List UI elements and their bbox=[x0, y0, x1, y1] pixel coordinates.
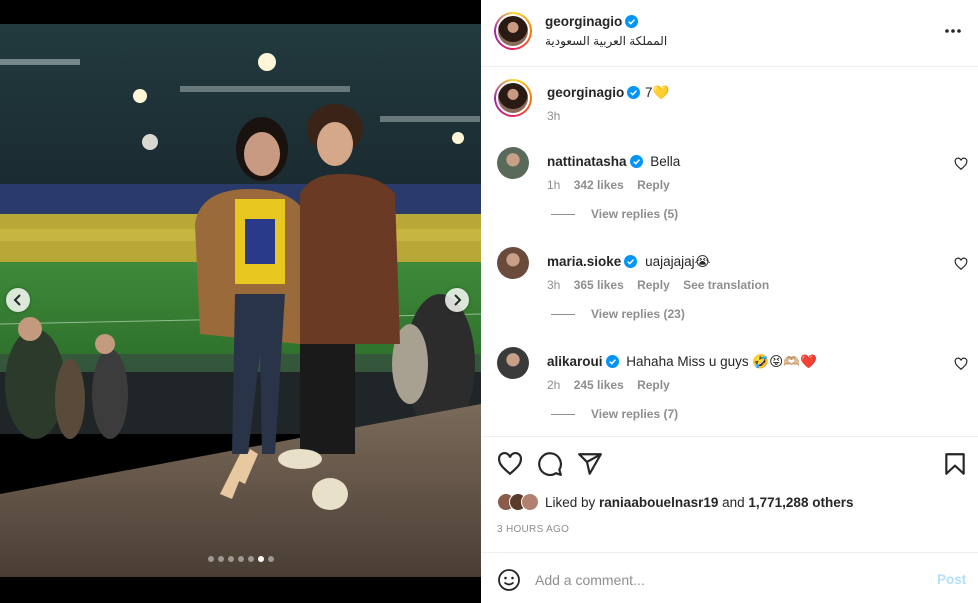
slide-dot bbox=[227, 556, 234, 562]
post-timestamp[interactable]: 3 HOURS AGO bbox=[497, 524, 569, 535]
comment-text: Bella bbox=[650, 154, 681, 169]
comment-line: maria.sioke uajajajaj😭 bbox=[547, 254, 710, 270]
comment-meta: 3h 365 likes Reply See translation bbox=[547, 278, 779, 292]
chevron-left-icon bbox=[13, 294, 21, 306]
caption-time[interactable]: 3h bbox=[547, 109, 560, 123]
others-link[interactable]: 1,771,288 others bbox=[748, 495, 853, 510]
comment-time[interactable]: 3h bbox=[547, 278, 560, 292]
comment-input[interactable] bbox=[535, 567, 915, 593]
post-media bbox=[0, 0, 481, 603]
comment-line: alikaroui Hahaha Miss u guys 🤣😝🫶🏼❤️ bbox=[547, 354, 817, 370]
slide-indicator bbox=[0, 556, 481, 562]
like-heart-icon[interactable] bbox=[497, 451, 523, 477]
commenter-avatar[interactable] bbox=[497, 247, 529, 279]
caption-text: 7💛 bbox=[645, 85, 670, 100]
add-comment-bar: Post bbox=[481, 552, 978, 603]
likes-text: Liked by raniaabouelnasr19 and 1,771,288… bbox=[545, 494, 854, 510]
author-username[interactable]: georginagio bbox=[545, 14, 639, 29]
comment-item: alikaroui Hahaha Miss u guys 🤣😝🫶🏼❤️ 2h 2… bbox=[481, 347, 978, 435]
reply-button[interactable]: Reply bbox=[637, 178, 670, 192]
comment-time[interactable]: 1h bbox=[547, 178, 560, 192]
slide-dot bbox=[247, 556, 254, 562]
more-horizontal-icon bbox=[945, 29, 961, 33]
comment-meta: 1h 342 likes Reply bbox=[547, 178, 680, 192]
slide-dot bbox=[257, 556, 264, 562]
comment-line: nattinatasha Bella bbox=[547, 154, 680, 169]
comment-meta: 2h 245 likes Reply bbox=[547, 378, 680, 392]
liker-avatar[interactable] bbox=[521, 493, 539, 511]
comment-likes[interactable]: 245 likes bbox=[574, 378, 624, 392]
verified-badge-icon bbox=[629, 155, 643, 168]
post-details-panel: georginagio المملكة العربية السعودية geo… bbox=[481, 0, 978, 603]
commenter-avatar[interactable] bbox=[497, 147, 529, 179]
next-slide-button[interactable] bbox=[445, 288, 469, 312]
comment-text: Hahaha Miss u guys 🤣😝🫶🏼❤️ bbox=[626, 354, 817, 369]
slide-dot bbox=[267, 556, 274, 562]
commenter-avatar[interactable] bbox=[497, 347, 529, 379]
reply-button[interactable]: Reply bbox=[637, 278, 670, 292]
previous-slide-button[interactable] bbox=[6, 288, 30, 312]
emoji-icon[interactable] bbox=[497, 568, 521, 592]
comment-text: uajajajaj😭 bbox=[645, 254, 711, 269]
save-bookmark-icon[interactable] bbox=[942, 451, 968, 477]
commenter-username[interactable]: maria.sioke bbox=[547, 254, 638, 269]
likes-summary: Liked by raniaabouelnasr19 and 1,771,288… bbox=[497, 493, 853, 511]
liker-username[interactable]: raniaabouelnasr19 bbox=[599, 495, 718, 510]
comment-time[interactable]: 2h bbox=[547, 378, 560, 392]
post-location[interactable]: المملكة العربية السعودية bbox=[545, 34, 667, 48]
comments-section[interactable]: georginagio 7💛 3h nattinatasha Bella 1h … bbox=[481, 67, 978, 435]
comment-bubble-icon[interactable] bbox=[537, 451, 563, 477]
verified-badge-icon bbox=[605, 355, 619, 368]
share-paper-plane-icon[interactable] bbox=[577, 451, 603, 477]
view-replies-button[interactable]: View replies (23) bbox=[551, 307, 685, 321]
slide-dot bbox=[237, 556, 244, 562]
chevron-right-icon bbox=[454, 294, 462, 306]
caption-avatar[interactable] bbox=[494, 79, 532, 117]
caption-username[interactable]: georginagio bbox=[547, 85, 641, 100]
post-photo[interactable] bbox=[0, 24, 481, 577]
see-translation-button[interactable]: See translation bbox=[683, 278, 769, 292]
slide-dot bbox=[217, 556, 224, 562]
heart-icon[interactable] bbox=[954, 357, 968, 371]
verified-badge-icon bbox=[625, 15, 639, 28]
post-comment-button[interactable]: Post bbox=[937, 572, 966, 587]
comment-item: nattinatasha Bella 1h 342 likes Reply Vi… bbox=[481, 147, 978, 247]
post-header: georginagio المملكة العربية السعودية bbox=[481, 0, 978, 67]
verified-badge-icon bbox=[627, 86, 641, 99]
comment-likes[interactable]: 342 likes bbox=[574, 178, 624, 192]
post-actions: Liked by raniaabouelnasr19 and 1,771,288… bbox=[481, 436, 978, 552]
comment-likes[interactable]: 365 likes bbox=[574, 278, 624, 292]
comment-item: maria.sioke uajajajaj😭 3h 365 likes Repl… bbox=[481, 247, 978, 347]
view-replies-button[interactable]: View replies (7) bbox=[551, 407, 678, 421]
commenter-username[interactable]: nattinatasha bbox=[547, 154, 643, 169]
author-avatar[interactable] bbox=[494, 12, 532, 50]
view-replies-button[interactable]: View replies (5) bbox=[551, 207, 678, 221]
heart-icon[interactable] bbox=[954, 157, 968, 171]
reply-button[interactable]: Reply bbox=[637, 378, 670, 392]
slide-dot bbox=[207, 556, 214, 562]
commenter-username[interactable]: alikaroui bbox=[547, 354, 619, 369]
heart-icon[interactable] bbox=[954, 257, 968, 271]
verified-badge-icon bbox=[624, 255, 638, 268]
more-options-button[interactable] bbox=[942, 20, 964, 42]
